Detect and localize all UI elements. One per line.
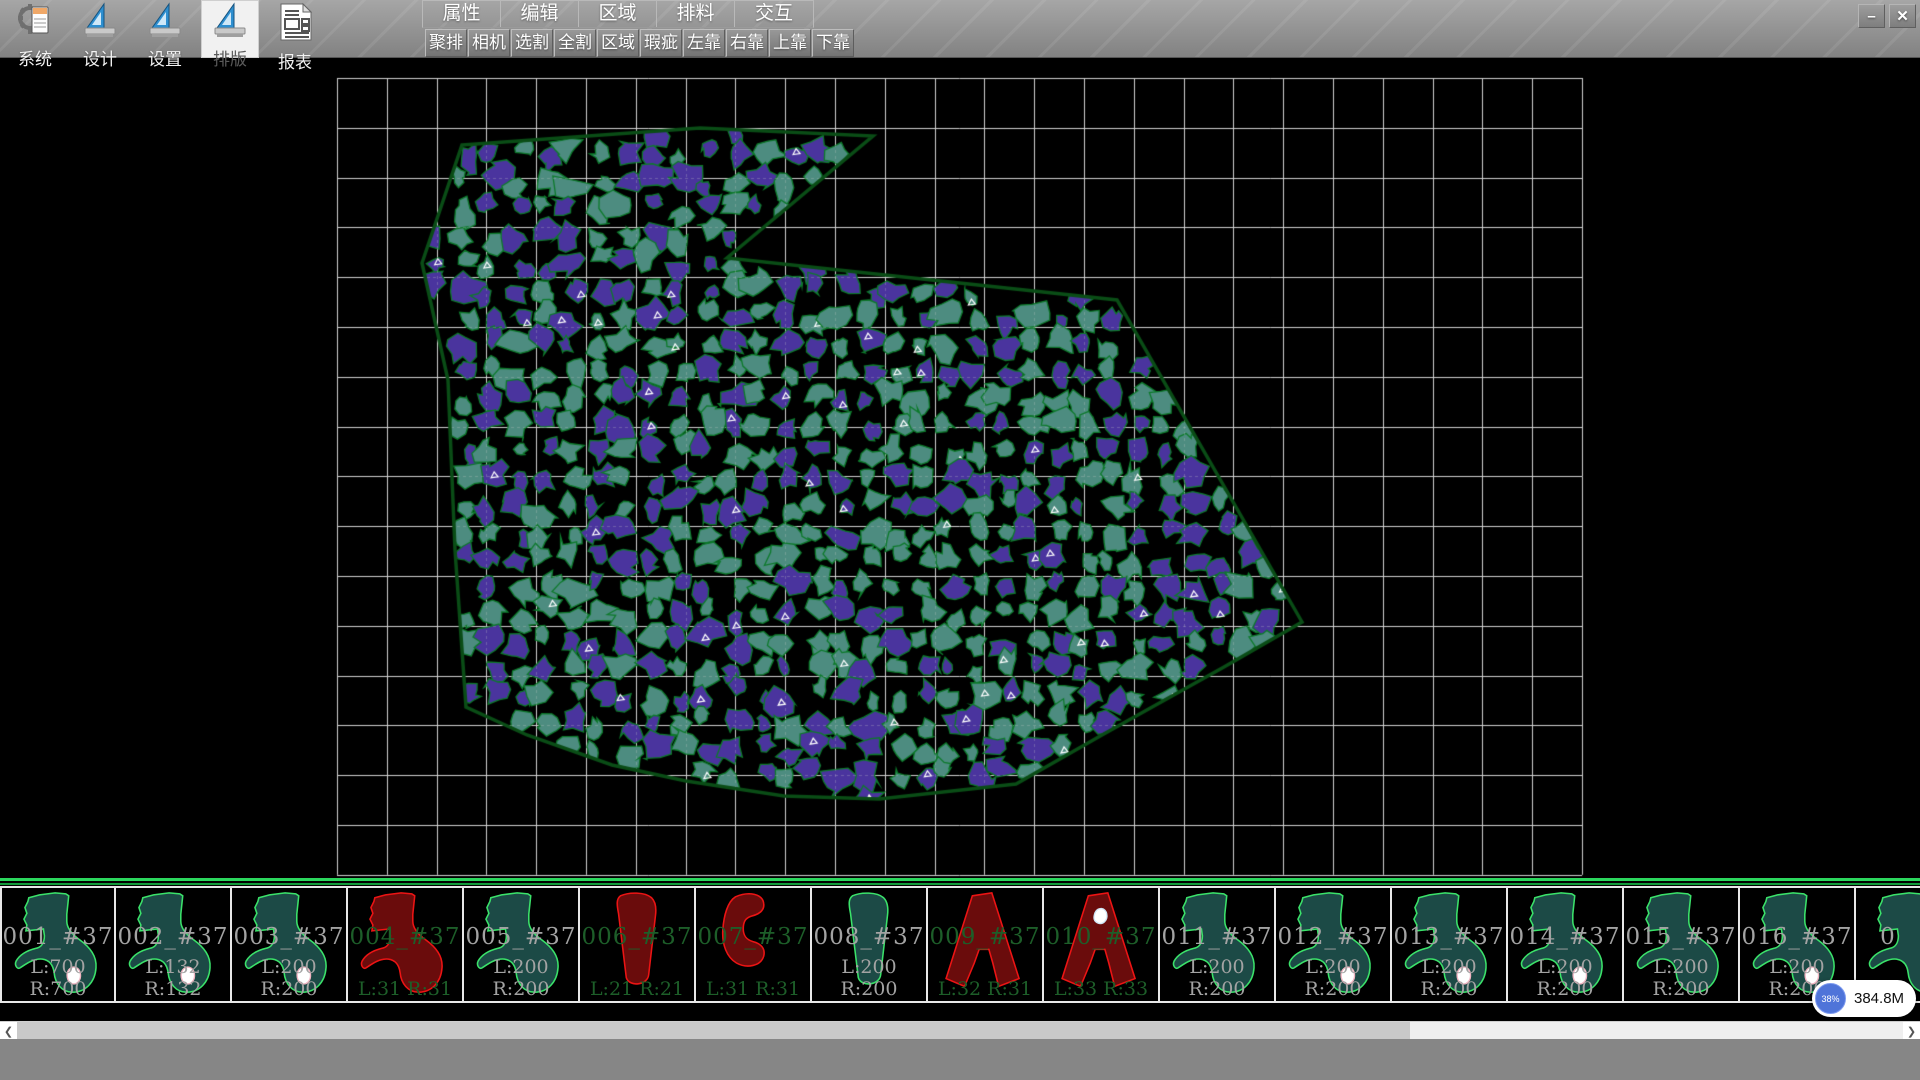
nesting-icon: [211, 2, 249, 44]
thumbnail-cell[interactable]: 008_#37 L:200 R:200: [812, 888, 928, 1001]
tool-button-8[interactable]: 右靠: [726, 29, 768, 57]
piece-id: 008_#37: [812, 924, 926, 950]
nesting-canvas[interactable]: [0, 58, 1920, 878]
app-button-1[interactable]: 系统: [6, 0, 64, 58]
app-button-4[interactable]: 排版: [201, 0, 259, 58]
menu-tab-1[interactable]: 属性: [423, 1, 501, 27]
piece-lr-count: L:132 R:132: [116, 956, 230, 1000]
strip-divider-line-2: [0, 883, 1920, 885]
minimize-button[interactable]: –: [1858, 4, 1885, 28]
app-button-3[interactable]: 设置: [136, 0, 194, 58]
piece-lr-count: L:33 R:33: [1044, 978, 1158, 1000]
menu-tab-4[interactable]: 排料: [657, 1, 735, 27]
tool-row: 聚排相机选割全割区域瑕疵左靠右靠上靠下靠: [425, 29, 855, 57]
piece-lr-count: L:200 R:200: [1508, 956, 1622, 1000]
piece-lr-count: L:200 R:200: [464, 956, 578, 1000]
report-icon: [275, 2, 315, 47]
thumbnail-cell[interactable]: 006_#37 L:21 R:21: [580, 888, 696, 1001]
piece-id: 002_#37: [116, 924, 230, 950]
thumbnail-cell[interactable]: 007_#37 L:31 R:31: [696, 888, 812, 1001]
piece-lr-count: L:200 R:200: [1160, 956, 1274, 1000]
piece-lr-count: L:200 R:200: [232, 956, 346, 1000]
piece-id: 010_#37: [1044, 924, 1158, 950]
piece-lr-count: L:700 R:700: [2, 956, 114, 1000]
app-button-label: 设计: [83, 45, 117, 70]
tool-button-10[interactable]: 下靠: [812, 29, 854, 57]
app-button-5[interactable]: 报表: [266, 0, 324, 58]
menu-tab-5[interactable]: 交互: [735, 1, 813, 27]
memory-progress-badge[interactable]: 38% 384.8M: [1812, 980, 1916, 1017]
thumbnail-cell[interactable]: 004_#37 L:31 R:31: [348, 888, 464, 1001]
app-button-2[interactable]: 设计: [71, 0, 129, 58]
piece-id: 0: [1856, 924, 1920, 950]
piece-id: 012_#37: [1276, 924, 1390, 950]
piece-lr-count: L:21 R:21: [580, 978, 694, 1000]
thumbnail-cell[interactable]: 011_#37 L:200 R:200: [1160, 888, 1276, 1001]
scrollbar-thumb[interactable]: [17, 1022, 1410, 1040]
thumbnail-cell[interactable]: 005_#37 L:200 R:200: [464, 888, 580, 1001]
piece-id: 001_#37: [2, 924, 114, 950]
thumbnail-cell[interactable]: 002_#37 L:132 R:132: [116, 888, 232, 1001]
thumbnail-cell[interactable]: 013_#37 L:200 R:200: [1392, 888, 1508, 1001]
thumbnail-cell[interactable]: 001_#37 L:700 R:700: [0, 888, 116, 1001]
menu-tab-2[interactable]: 编辑: [501, 1, 579, 27]
piece-id: 009_#37: [928, 924, 1042, 950]
piece-id: 003_#37: [232, 924, 346, 950]
piece-id: 015_#37: [1624, 924, 1738, 950]
thumbnail-cell[interactable]: 014_#37 L:200 R:200: [1508, 888, 1624, 1001]
thumbnail-cell[interactable]: 010_#37 L:33 R:33: [1044, 888, 1160, 1001]
piece-lr-count: L:31 R:31: [348, 978, 462, 1000]
status-bar: [0, 1039, 1920, 1080]
piece-lr-count: L:32 R:31: [928, 978, 1042, 1000]
scroll-left-icon[interactable]: ❮: [0, 1022, 17, 1040]
tool-button-5[interactable]: 区域: [597, 29, 639, 57]
thumbnail-cell[interactable]: 012_#37 L:200 R:200: [1276, 888, 1392, 1001]
piece-id: 004_#37: [348, 924, 462, 950]
menu-bar: 属性编辑区域排料交互: [422, 0, 814, 28]
piece-id: 005_#37: [464, 924, 578, 950]
piece-id: 006_#37: [580, 924, 694, 950]
piece-lr-count: L:200 R:200: [1276, 956, 1390, 1000]
piece-id: 013_#37: [1392, 924, 1506, 950]
piece-thumbnail-strip: 001_#37 L:700 R:700 002_#37 L:132 R:132 …: [0, 878, 1920, 1021]
horizontal-scrollbar[interactable]: ❮ ❯: [0, 1021, 1920, 1039]
piece-id: 016_#37: [1740, 924, 1854, 950]
piece-id: 007_#37: [696, 924, 810, 950]
thumbnail-cell[interactable]: 015_#37 L:200 R:200: [1624, 888, 1740, 1001]
tool-button-4[interactable]: 全割: [554, 29, 596, 57]
piece-lr-count: L:31 R:31: [696, 978, 810, 1000]
tool-button-7[interactable]: 左靠: [683, 29, 725, 57]
app-button-label: 报表: [278, 48, 312, 73]
app-button-label: 设置: [148, 45, 182, 70]
tool-button-6[interactable]: 瑕疵: [640, 29, 682, 57]
piece-list: 001_#37 L:700 R:700 002_#37 L:132 R:132 …: [0, 886, 1920, 1003]
app-button-label: 系统: [18, 45, 52, 70]
piece-id: 014_#37: [1508, 924, 1622, 950]
toolbar: 系统设计设置排版报表 属性编辑区域排料交互 聚排相机选割全割区域瑕疵左靠右靠上靠…: [0, 0, 1920, 58]
system-icon: [16, 2, 54, 44]
menu-tab-3[interactable]: 区域: [579, 1, 657, 27]
app-switcher: 系统设计设置排版报表: [6, 0, 331, 58]
settings-icon: [146, 2, 184, 44]
progress-circle: 38%: [1815, 983, 1846, 1014]
tool-button-3[interactable]: 选割: [511, 29, 553, 57]
piece-lr-count: L:200 R:200: [812, 956, 926, 1000]
window-controls: – ✕: [1858, 4, 1916, 28]
piece-lr-count: L:200 R:200: [1624, 956, 1738, 1000]
tool-button-9[interactable]: 上靠: [769, 29, 811, 57]
strip-divider-line: [0, 878, 1920, 881]
piece-lr-count: L:200 R:200: [1392, 956, 1506, 1000]
design-icon: [81, 2, 119, 44]
piece-id: 011_#37: [1160, 924, 1274, 950]
app-button-label: 排版: [213, 45, 247, 70]
scroll-right-icon[interactable]: ❯: [1903, 1022, 1920, 1040]
thumbnail-cell[interactable]: 009_#37 L:32 R:31: [928, 888, 1044, 1001]
tool-button-2[interactable]: 相机: [468, 29, 510, 57]
tool-button-1[interactable]: 聚排: [425, 29, 467, 57]
close-button[interactable]: ✕: [1889, 4, 1916, 28]
memory-label: 384.8M: [1854, 990, 1904, 1007]
nesting-workspace: [0, 58, 1920, 878]
thumbnail-cell[interactable]: 003_#37 L:200 R:200: [232, 888, 348, 1001]
